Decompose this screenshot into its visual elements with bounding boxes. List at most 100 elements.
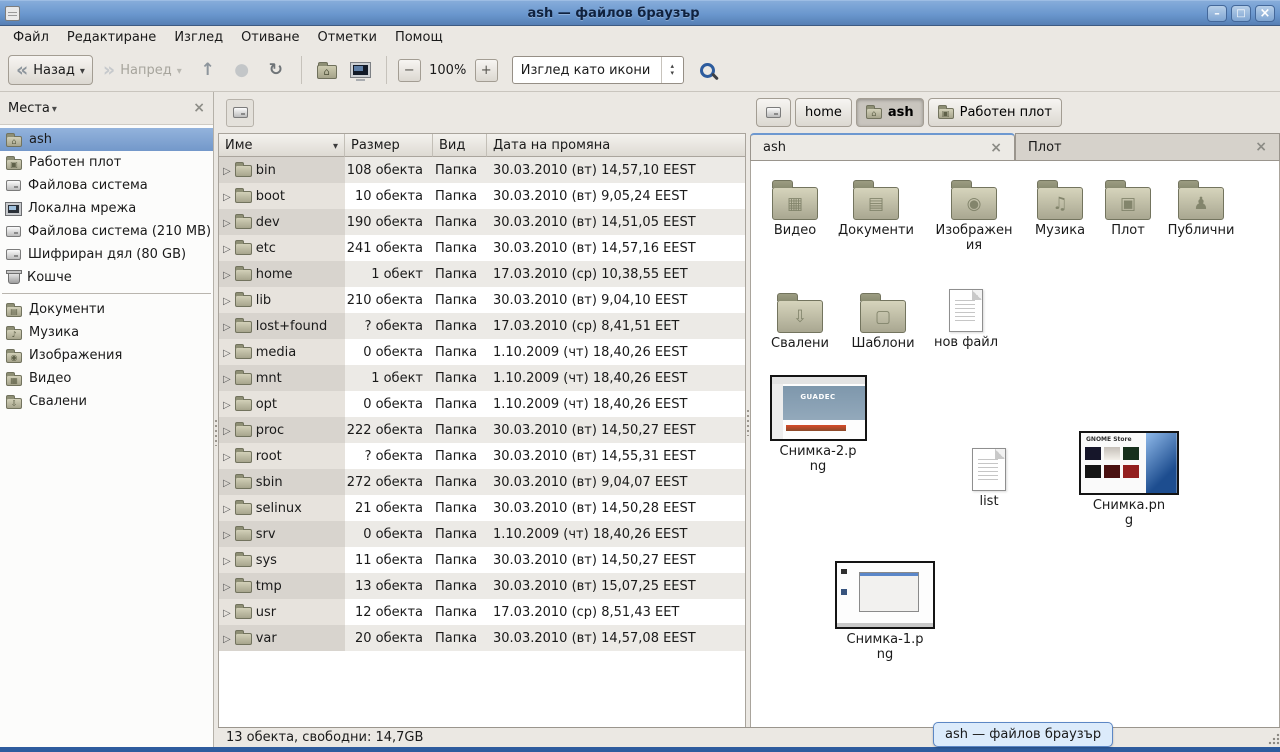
menu-item[interactable]: Отиване bbox=[232, 28, 308, 47]
table-row[interactable]: sbin 272 обекта Папка 30.03.2010 (вт) 9,… bbox=[219, 469, 745, 495]
menu-item[interactable]: Отметки bbox=[308, 28, 385, 47]
reload-button[interactable] bbox=[260, 55, 292, 85]
sidebar-place-item[interactable]: Документи bbox=[0, 298, 213, 321]
column-header-date[interactable]: Дата на промяна bbox=[487, 134, 745, 157]
up-button[interactable] bbox=[192, 55, 224, 85]
sidebar-place-item[interactable]: Музика bbox=[0, 321, 213, 344]
icon-view-item[interactable]: Плот bbox=[1086, 173, 1170, 239]
sidebar-place-item[interactable]: Изображения bbox=[0, 344, 213, 367]
icon-view-item[interactable]: Видео bbox=[753, 173, 837, 239]
expander-icon[interactable] bbox=[223, 527, 231, 542]
path-button[interactable]: ash bbox=[856, 98, 924, 127]
table-row[interactable]: lost+found ? обекта Папка 17.03.2010 (ср… bbox=[219, 313, 745, 339]
icon-view-item[interactable]: Снимка.png bbox=[1077, 431, 1181, 529]
sidebar-place-item[interactable]: Видео bbox=[0, 367, 213, 390]
icon-view-item[interactable]: Снимка-1.png bbox=[833, 561, 937, 663]
tab-close-icon[interactable] bbox=[990, 140, 1002, 156]
sidebar-place-item[interactable]: Файлова система (210 MB) bbox=[0, 220, 213, 243]
table-row[interactable]: opt 0 обекта Папка 1.10.2009 (чт) 18,40,… bbox=[219, 391, 745, 417]
expander-icon[interactable] bbox=[223, 189, 231, 204]
expander-icon[interactable] bbox=[223, 475, 231, 490]
expander-icon[interactable] bbox=[223, 397, 231, 412]
table-row[interactable]: sys 11 обекта Папка 30.03.2010 (вт) 14,5… bbox=[219, 547, 745, 573]
table-row[interactable]: dev 190 обекта Папка 30.03.2010 (вт) 14,… bbox=[219, 209, 745, 235]
icon-view-item[interactable]: list bbox=[947, 445, 1031, 510]
column-header-type[interactable]: Вид bbox=[433, 134, 487, 157]
root-location-button[interactable] bbox=[226, 99, 254, 127]
combo-spinner-icon[interactable] bbox=[661, 57, 683, 83]
computer-button[interactable] bbox=[345, 55, 377, 85]
zoom-out-button[interactable] bbox=[398, 59, 421, 82]
sidebar-place-item[interactable]: Работен плот bbox=[0, 151, 213, 174]
forward-button[interactable]: Напред bbox=[95, 55, 190, 85]
tab-close-icon[interactable] bbox=[1255, 139, 1267, 155]
expander-icon[interactable] bbox=[223, 579, 231, 594]
titlebar[interactable]: ash — файлов браузър bbox=[0, 0, 1280, 26]
sidebar-place-item[interactable]: Локална мрежа bbox=[0, 197, 213, 220]
expander-icon[interactable] bbox=[223, 501, 231, 516]
path-button[interactable]: home bbox=[795, 98, 852, 127]
expander-icon[interactable] bbox=[223, 345, 231, 360]
menu-item[interactable]: Файл bbox=[4, 28, 58, 47]
expander-icon[interactable] bbox=[223, 319, 231, 334]
maximize-button[interactable] bbox=[1231, 5, 1251, 22]
table-row[interactable]: bin 108 обекта Папка 30.03.2010 (вт) 14,… bbox=[219, 157, 745, 183]
icon-view-item[interactable]: Снимка-2.png bbox=[766, 375, 870, 475]
chevron-down-icon[interactable] bbox=[177, 63, 182, 78]
sidebar-place-item[interactable]: Свалени bbox=[0, 390, 213, 413]
tab[interactable]: Плот bbox=[1015, 133, 1280, 160]
table-row[interactable]: etc 241 обекта Папка 30.03.2010 (вт) 14,… bbox=[219, 235, 745, 261]
icon-view-item[interactable]: Публични bbox=[1159, 173, 1243, 239]
icon-view-item[interactable]: нов файл bbox=[924, 286, 1008, 351]
table-row[interactable]: selinux 21 обекта Папка 30.03.2010 (вт) … bbox=[219, 495, 745, 521]
column-header-name[interactable]: Име bbox=[219, 134, 345, 157]
icon-view-item[interactable]: Шаблони bbox=[841, 286, 925, 352]
places-title[interactable]: Места bbox=[8, 101, 50, 116]
table-row[interactable]: boot 10 обекта Папка 30.03.2010 (вт) 9,0… bbox=[219, 183, 745, 209]
expander-icon[interactable] bbox=[223, 371, 231, 386]
sidebar-place-item[interactable] bbox=[0, 289, 213, 298]
expander-icon[interactable] bbox=[223, 241, 231, 256]
chevron-down-icon[interactable] bbox=[80, 63, 85, 78]
icon-view-item[interactable]: Свалени bbox=[758, 286, 842, 352]
expander-icon[interactable] bbox=[223, 293, 231, 308]
path-button[interactable] bbox=[756, 98, 791, 127]
sidebar-close-icon[interactable] bbox=[193, 100, 205, 116]
table-row[interactable]: proc 222 обекта Папка 30.03.2010 (вт) 14… bbox=[219, 417, 745, 443]
icon-view-item[interactable]: Изображения bbox=[932, 173, 1016, 254]
expander-icon[interactable] bbox=[223, 605, 231, 620]
table-row[interactable]: usr 12 обекта Папка 17.03.2010 (ср) 8,51… bbox=[219, 599, 745, 625]
expander-icon[interactable] bbox=[223, 631, 231, 646]
table-row[interactable]: lib 210 обекта Папка 30.03.2010 (вт) 9,0… bbox=[219, 287, 745, 313]
table-row[interactable]: srv 0 обекта Папка 1.10.2009 (чт) 18,40,… bbox=[219, 521, 745, 547]
column-header-size[interactable]: Размер bbox=[345, 134, 433, 157]
menu-item[interactable]: Изглед bbox=[165, 28, 232, 47]
expander-icon[interactable] bbox=[223, 553, 231, 568]
tab[interactable]: ash bbox=[750, 133, 1015, 160]
sidebar-place-item[interactable]: ash bbox=[0, 128, 213, 151]
table-row[interactable]: root ? обекта Папка 30.03.2010 (вт) 14,5… bbox=[219, 443, 745, 469]
stop-button[interactable] bbox=[226, 55, 258, 85]
menu-item[interactable]: Помощ bbox=[386, 28, 452, 47]
table-row[interactable]: mnt 1 обект Папка 1.10.2009 (чт) 18,40,2… bbox=[219, 365, 745, 391]
expander-icon[interactable] bbox=[223, 423, 231, 438]
expander-icon[interactable] bbox=[223, 267, 231, 282]
view-mode-select[interactable]: Изглед като икони bbox=[512, 56, 684, 84]
icon-view-item[interactable]: Документи bbox=[834, 173, 918, 239]
table-row[interactable]: var 20 обекта Папка 30.03.2010 (вт) 14,5… bbox=[219, 625, 745, 651]
resize-grip-icon[interactable] bbox=[1266, 731, 1280, 745]
table-row[interactable]: home 1 обект Папка 17.03.2010 (ср) 10,38… bbox=[219, 261, 745, 287]
pane-resize-handle[interactable] bbox=[214, 92, 218, 747]
zoom-in-button[interactable] bbox=[475, 59, 498, 82]
sidebar-place-item[interactable]: Кошче bbox=[0, 266, 213, 289]
path-button[interactable]: Работен плот bbox=[928, 98, 1062, 127]
sidebar-place-item[interactable]: Шифриран дял (80 GB) bbox=[0, 243, 213, 266]
chevron-down-icon[interactable] bbox=[50, 101, 57, 116]
back-button[interactable]: Назад bbox=[8, 55, 93, 85]
expander-icon[interactable] bbox=[223, 215, 231, 230]
home-button[interactable] bbox=[311, 55, 343, 85]
close-button[interactable] bbox=[1255, 5, 1275, 22]
sidebar-place-item[interactable]: Файлова система bbox=[0, 174, 213, 197]
icon-view[interactable]: Видео Документи Изображения bbox=[750, 161, 1280, 727]
minimize-button[interactable] bbox=[1207, 5, 1227, 22]
